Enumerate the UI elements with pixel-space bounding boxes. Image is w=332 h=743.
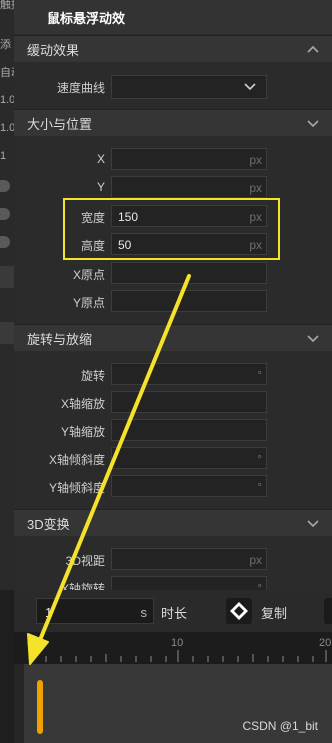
y-scale-field[interactable] bbox=[111, 419, 267, 441]
annotation-highlight-box bbox=[63, 198, 280, 260]
hover-animation-panel: 鼠标悬浮动效 缓动效果 速度曲线 大小与位置 X px Y px 宽度 150 p… bbox=[14, 0, 332, 590]
strip-band bbox=[0, 266, 14, 288]
strip-fragment: 1.0 bbox=[0, 122, 14, 134]
unit-label: px bbox=[249, 553, 262, 567]
strip-fragment: 触摸 bbox=[0, 0, 14, 10]
x-skew-label: X轴倾斜度 bbox=[48, 453, 105, 467]
chevron-up-icon bbox=[307, 45, 319, 53]
y-skew-label: Y轴倾斜度 bbox=[48, 481, 105, 495]
chevron-down-icon bbox=[307, 520, 319, 528]
strip-toggle[interactable] bbox=[0, 180, 10, 192]
background-app-strip: 触摸 添 自动 1.0 1.0 1 bbox=[0, 0, 14, 590]
y-scale-row: Y轴缩放 bbox=[14, 419, 332, 443]
rotate-label: 旋转 bbox=[80, 369, 105, 383]
x-row: X px bbox=[14, 148, 332, 172]
duration-label: 时长 bbox=[161, 606, 188, 621]
rotate-row: 旋转 ° bbox=[14, 363, 332, 387]
chevron-down-icon bbox=[307, 120, 319, 128]
y-origin-label: Y原点 bbox=[72, 296, 105, 310]
unit-label: px bbox=[249, 181, 262, 195]
y-row: Y px bbox=[14, 176, 332, 200]
unit-label: ° bbox=[257, 368, 262, 382]
y-label: Y bbox=[96, 180, 105, 194]
speed-curve-label: 速度曲线 bbox=[56, 81, 105, 95]
timeline: 0 10 20 CSDN @1_bit bbox=[14, 632, 332, 743]
x-scale-label: X轴缩放 bbox=[60, 397, 105, 411]
x-scale-field[interactable] bbox=[111, 391, 267, 413]
strip-fragment: 自动 bbox=[0, 67, 14, 78]
unit-label: ° bbox=[257, 480, 262, 494]
tick-label: 10 bbox=[171, 637, 184, 649]
x-skew-row: X轴倾斜度 ° bbox=[14, 447, 332, 471]
x-skew-field[interactable]: ° bbox=[111, 447, 267, 469]
x-origin-field[interactable] bbox=[111, 262, 267, 284]
copy-button[interactable] bbox=[226, 598, 252, 624]
section-3d-transform-header[interactable]: 3D变换 bbox=[14, 509, 332, 536]
unit-label: ° bbox=[257, 581, 262, 590]
panel-header: 鼠标悬浮动效 bbox=[14, 0, 332, 34]
duration-input[interactable]: 1 s bbox=[36, 598, 154, 624]
timeline-toolbar: 1 s 时长 复制 bbox=[14, 590, 332, 632]
x-origin-label: X原点 bbox=[72, 268, 105, 282]
strip-fragment: 添 bbox=[0, 39, 11, 50]
section-easing-header[interactable]: 缓动效果 bbox=[14, 35, 332, 62]
keyframe-handle[interactable] bbox=[37, 680, 43, 734]
speed-curve-select[interactable] bbox=[111, 75, 267, 99]
more-button[interactable] bbox=[324, 598, 332, 624]
rotate-field[interactable]: ° bbox=[111, 363, 267, 385]
unit-label: px bbox=[249, 153, 262, 167]
x-origin-row: X原点 bbox=[14, 262, 332, 286]
tick-label: 0 bbox=[27, 637, 34, 649]
chevron-down-icon bbox=[244, 83, 256, 91]
x-rotate-label: X轴旋转 bbox=[60, 582, 105, 590]
chevron-down-icon bbox=[307, 335, 319, 343]
section-title: 大小与位置 bbox=[27, 116, 93, 132]
watermark: CSDN @1_bit bbox=[242, 719, 318, 733]
strip-toggle[interactable] bbox=[0, 236, 10, 248]
tick-label: 20 bbox=[319, 637, 332, 649]
section-size-position-header[interactable]: 大小与位置 bbox=[14, 109, 332, 136]
duration-value: 1 bbox=[45, 605, 53, 620]
panel-title: 鼠标悬浮动效 bbox=[47, 10, 126, 26]
copy-label: 复制 bbox=[261, 606, 288, 621]
unit-label: ° bbox=[257, 452, 262, 466]
perspective-row: 3D视距 px bbox=[14, 548, 332, 572]
x-field[interactable]: px bbox=[111, 148, 267, 170]
y-origin-field[interactable] bbox=[111, 290, 267, 312]
strip-fragment: 1.0 bbox=[0, 94, 14, 106]
strip-band bbox=[0, 322, 14, 344]
y-field[interactable]: px bbox=[111, 176, 267, 198]
x-rotate-row: X轴旋转 ° bbox=[14, 576, 332, 590]
strip-fragment: 1 bbox=[0, 150, 7, 162]
perspective-label: 3D视距 bbox=[65, 554, 105, 568]
y-skew-field[interactable]: ° bbox=[111, 475, 267, 497]
speed-curve-row: 速度曲线 bbox=[14, 75, 332, 99]
y-origin-row: Y原点 bbox=[14, 290, 332, 314]
perspective-field[interactable]: px bbox=[111, 548, 267, 570]
diamond-copy-icon bbox=[230, 602, 248, 620]
y-skew-row: Y轴倾斜度 ° bbox=[14, 475, 332, 499]
section-title: 3D变换 bbox=[27, 516, 70, 532]
y-scale-label: Y轴缩放 bbox=[60, 425, 105, 439]
x-label: X bbox=[96, 152, 105, 166]
section-rotate-scale-header[interactable]: 旋转与放缩 bbox=[14, 324, 332, 351]
track-gutter bbox=[14, 664, 24, 743]
x-scale-row: X轴缩放 bbox=[14, 391, 332, 415]
section-title: 缓动效果 bbox=[27, 42, 80, 58]
x-rotate-field[interactable]: ° bbox=[111, 576, 267, 590]
section-title: 旋转与放缩 bbox=[27, 331, 93, 347]
duration-unit: s bbox=[140, 605, 148, 620]
strip-toggle[interactable] bbox=[0, 208, 10, 220]
